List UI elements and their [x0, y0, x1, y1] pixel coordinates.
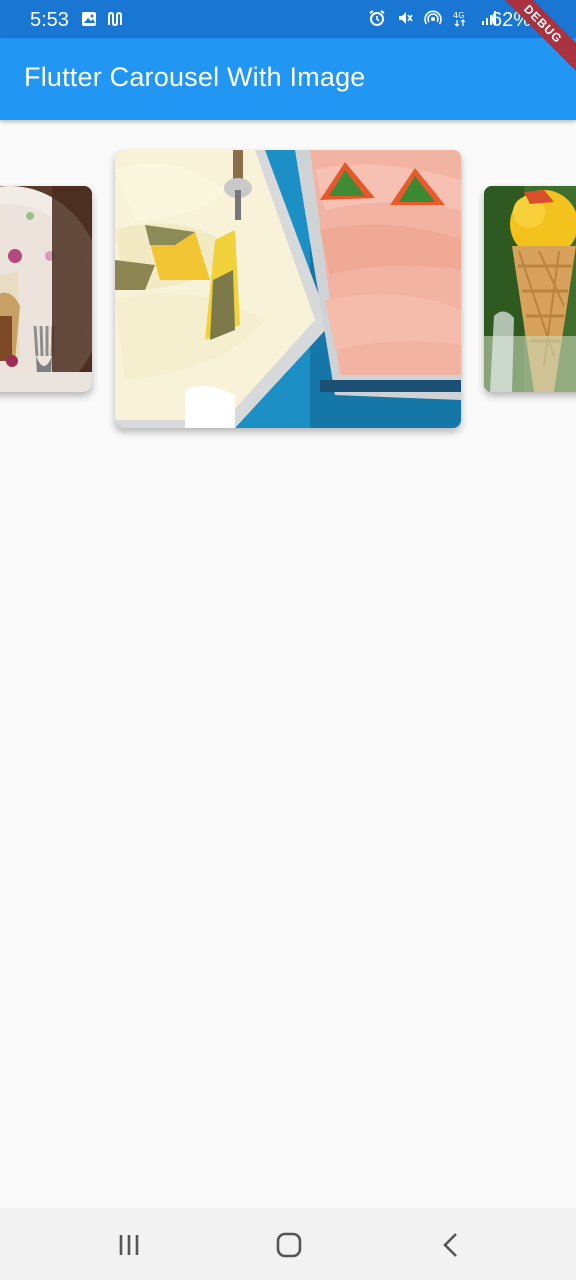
status-left-icons	[80, 10, 124, 28]
ice-cream-cone-image	[484, 186, 576, 392]
plate-with-fork-image	[0, 186, 92, 392]
image-carousel[interactable]	[0, 120, 576, 450]
gallery-icon	[80, 10, 98, 28]
mute-icon	[396, 9, 414, 27]
svg-text:4G: 4G	[453, 11, 464, 20]
recents-icon[interactable]	[114, 1230, 144, 1260]
carousel-item-cone[interactable]	[484, 186, 576, 392]
page-title: Flutter Carousel With Image	[24, 62, 366, 92]
hotspot-icon	[424, 9, 442, 27]
app-bar: Flutter Carousel With Image	[0, 38, 576, 120]
status-time: 5:53	[30, 9, 69, 31]
carousel-item-gelato[interactable]	[115, 150, 461, 428]
gelato-trays-image	[115, 150, 461, 428]
network-4g-icon: 4G	[452, 9, 470, 27]
notification-app-icon	[106, 10, 124, 28]
alarm-icon	[368, 9, 386, 27]
system-nav-bar	[0, 1208, 576, 1280]
home-icon[interactable]	[274, 1230, 304, 1260]
status-bar: 5:53 4G 62%	[0, 0, 576, 38]
back-icon[interactable]	[436, 1230, 466, 1260]
status-right-icons: 4G	[368, 9, 498, 27]
carousel-item-plate[interactable]	[0, 186, 92, 392]
